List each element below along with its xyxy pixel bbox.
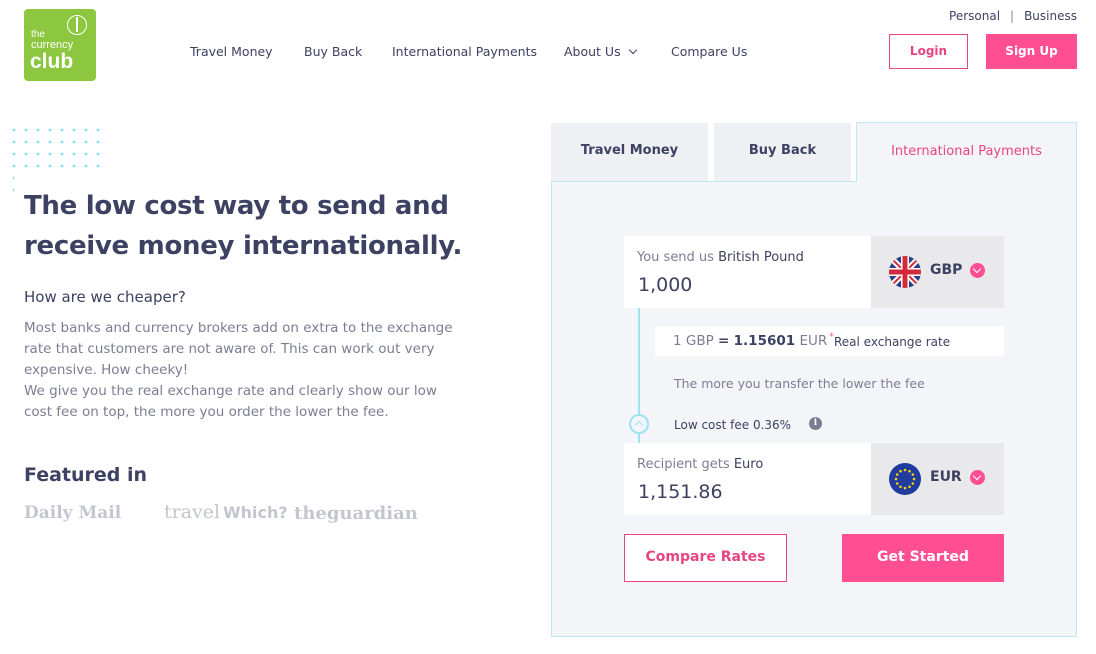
- rate-value: 1.15601: [733, 333, 796, 349]
- fee-scale-note: The more you transfer the lower the fee: [674, 376, 925, 391]
- press-logo-which: Which?: [223, 503, 288, 522]
- send-currency-select[interactable]: GBP: [871, 236, 1004, 308]
- eu-flag-icon: [889, 463, 921, 495]
- send-currency-code: GBP: [930, 262, 963, 278]
- hero-subtitle: How are we cheaper?: [24, 288, 186, 306]
- login-button[interactable]: Login: [889, 34, 968, 69]
- hero-title-line1: The low cost way to send and: [24, 191, 449, 221]
- rate-base: 1 GBP: [673, 333, 714, 349]
- hero-body: Most banks and currency brokers add on e…: [24, 318, 464, 423]
- receive-currency-code: EUR: [930, 469, 962, 485]
- nav-compare-us[interactable]: Compare Us: [671, 44, 747, 59]
- business-link[interactable]: Business: [1024, 9, 1077, 23]
- nav-buy-back[interactable]: Buy Back: [304, 44, 362, 59]
- low-cost-fee: Low cost fee 0.36%: [674, 418, 792, 432]
- press-logo-daily-mail: Daily Mail: [24, 503, 122, 523]
- exchange-rate-box: 1 GBP = 1.15601 EUR * Real exchange rate: [655, 326, 1004, 356]
- panel-top-border: [551, 181, 857, 182]
- nav-about-us-label: About Us: [564, 44, 621, 59]
- hero-title-line2: receive money internationally.: [24, 231, 463, 261]
- receive-currency-select[interactable]: EUR: [871, 443, 1004, 515]
- audience-switcher: Personal | Business: [949, 9, 1077, 23]
- send-label: You send us British Pound: [637, 250, 804, 265]
- featured-in-heading: Featured in: [24, 464, 148, 486]
- hero-body-paragraph-2: We give you the real exchange rate and c…: [24, 383, 437, 420]
- compare-rates-button[interactable]: Compare Rates: [624, 534, 787, 582]
- audience-separator: |: [1010, 9, 1015, 23]
- send-amount-input[interactable]: 1,000: [638, 274, 692, 296]
- nav-about-us[interactable]: About Us: [564, 44, 637, 59]
- logo-face-icon: [67, 15, 87, 35]
- decorative-dots-tail: [8, 172, 14, 192]
- get-started-button[interactable]: Get Started: [842, 534, 1004, 582]
- rate-equals: =: [718, 333, 730, 349]
- send-amount-field[interactable]: You send us British Pound 1,000: [624, 236, 872, 308]
- nav-international-payments[interactable]: International Payments: [392, 44, 537, 59]
- tab-buy-back[interactable]: Buy Back: [714, 123, 851, 181]
- chevron-down-icon: [628, 45, 637, 55]
- press-logo-guardian: theguardian: [294, 503, 418, 524]
- uk-flag-icon: [889, 256, 921, 288]
- signup-button[interactable]: Sign Up: [986, 34, 1077, 69]
- chevron-down-icon: [970, 263, 985, 278]
- tab-international-payments[interactable]: International Payments: [856, 122, 1077, 182]
- logo-text-line3: club: [30, 50, 74, 73]
- decorative-dots: [8, 124, 104, 168]
- real-exchange-rate-label: Real exchange rate: [834, 335, 951, 349]
- receive-currency-name: Euro: [733, 457, 764, 472]
- chevron-up-icon[interactable]: [629, 414, 649, 434]
- hero-title: The low cost way to send and receive mon…: [24, 186, 494, 266]
- site-logo[interactable]: the currency club: [24, 9, 96, 81]
- receive-label: Recipient gets Euro: [637, 457, 763, 472]
- personal-link[interactable]: Personal: [949, 9, 1000, 23]
- press-logo-travel: travel: [164, 501, 221, 523]
- nav-travel-money[interactable]: Travel Money: [190, 44, 273, 59]
- exchange-rate-text: 1 GBP = 1.15601 EUR *: [673, 332, 834, 349]
- tab-travel-money[interactable]: Travel Money: [551, 123, 708, 181]
- send-currency-name: British Pound: [718, 250, 804, 265]
- receive-amount-input[interactable]: 1,151.86: [638, 481, 723, 503]
- send-label-prefix: You send us: [637, 250, 714, 265]
- receive-label-prefix: Recipient gets: [637, 457, 730, 472]
- receive-amount-field[interactable]: Recipient gets Euro 1,151.86: [624, 443, 872, 515]
- rate-quote: EUR: [799, 333, 828, 349]
- hero-body-paragraph-1: Most banks and currency brokers add on e…: [24, 320, 453, 378]
- info-icon[interactable]: i: [809, 417, 822, 430]
- chevron-down-icon: [970, 470, 985, 485]
